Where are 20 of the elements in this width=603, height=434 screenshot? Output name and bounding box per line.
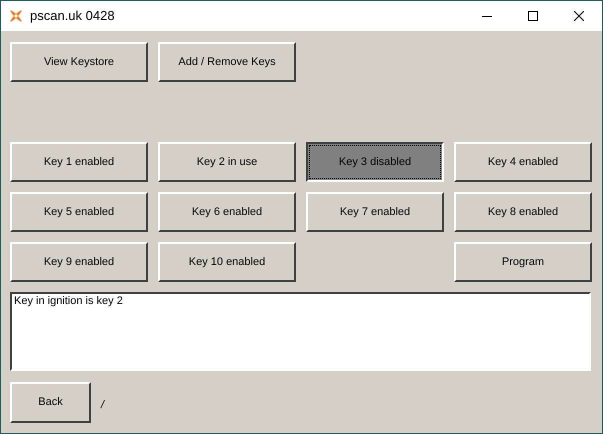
close-icon: [574, 11, 584, 21]
key-button[interactable]: Key 4 enabled: [454, 142, 592, 182]
key-button[interactable]: Key 7 enabled: [306, 192, 444, 232]
key-button[interactable]: Key 9 enabled: [10, 242, 148, 282]
program-button[interactable]: Program: [454, 242, 592, 282]
output-box[interactable]: Key in ignition is key 2: [10, 292, 591, 371]
key-button[interactable]: Key 2 in use: [158, 142, 296, 182]
toolbar-button[interactable]: View Keystore: [10, 42, 148, 82]
key-button[interactable]: Key 10 enabled: [158, 242, 296, 282]
key-button[interactable]: Key 5 enabled: [10, 192, 148, 232]
key-button[interactable]: Key 3 disabled: [306, 142, 444, 182]
key-button[interactable]: Key 6 enabled: [158, 192, 296, 232]
maximize-icon: [528, 11, 538, 21]
toolbar-button[interactable]: Add / Remove Keys: [158, 42, 296, 82]
window-title: pscan.uk 0428: [30, 7, 115, 26]
key-button[interactable]: Key 8 enabled: [454, 192, 592, 232]
key-button[interactable]: Key 1 enabled: [10, 142, 148, 182]
status-text: /: [101, 398, 104, 414]
back-button[interactable]: Back: [10, 382, 91, 423]
app-icon: [8, 8, 24, 24]
